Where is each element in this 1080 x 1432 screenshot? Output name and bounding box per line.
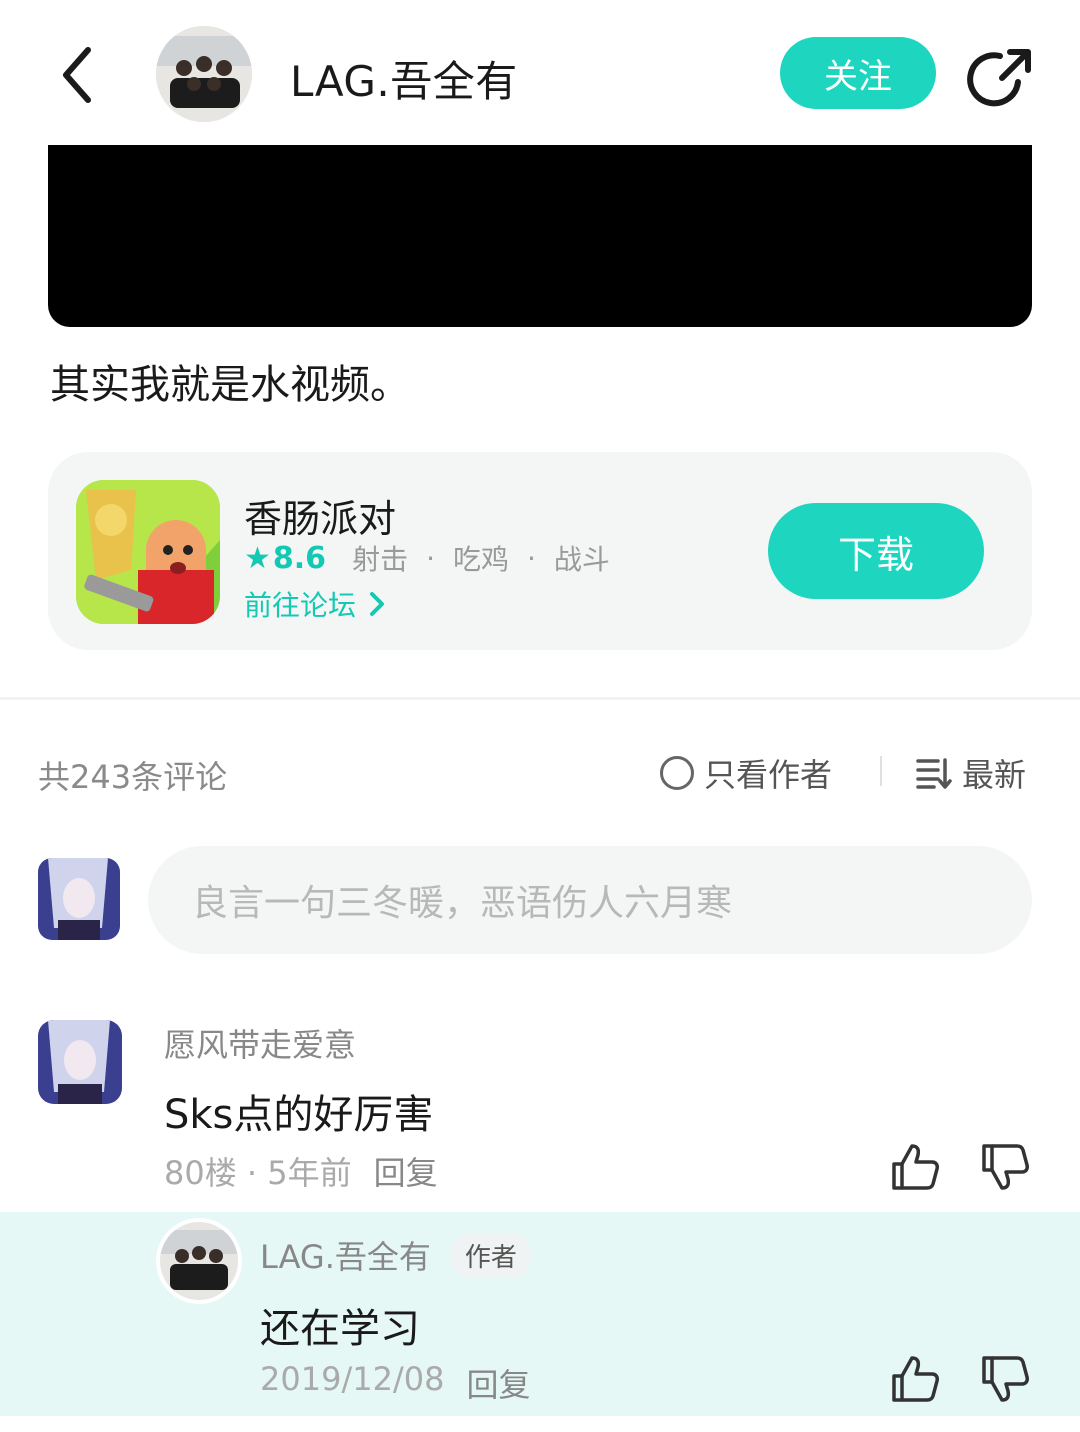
- like-button[interactable]: [888, 1352, 942, 1406]
- reply-button[interactable]: 回复: [374, 1148, 438, 1194]
- game-tag: 战斗: [553, 543, 610, 576]
- game-tag: 吃鸡: [452, 543, 509, 576]
- like-button[interactable]: [888, 1140, 942, 1194]
- author-badge: 作者: [450, 1232, 531, 1278]
- game-title: 香肠派对: [244, 497, 397, 541]
- back-button[interactable]: [52, 40, 108, 110]
- video-player[interactable]: [48, 145, 1032, 327]
- my-avatar[interactable]: [38, 858, 120, 940]
- reply-author-avatar[interactable]: [156, 1218, 242, 1304]
- commenter-name[interactable]: 愿风带走爱意: [164, 1020, 356, 1066]
- forum-link-label: 前往论坛: [244, 589, 357, 622]
- dislike-button[interactable]: [978, 1352, 1032, 1406]
- thumbs-up-icon: [892, 1356, 939, 1402]
- post-text: 其实我就是水视频。: [50, 362, 410, 408]
- forum-link[interactable]: 前往论坛: [244, 584, 390, 624]
- back-arrow-icon: [63, 47, 91, 103]
- game-meta: ★ 8.6 射击 · 吃鸡 · 战斗: [244, 538, 610, 578]
- sort-button[interactable]: 最新: [916, 750, 1026, 796]
- radio-icon: [660, 756, 694, 790]
- reply-button[interactable]: 回复: [466, 1360, 530, 1406]
- game-card[interactable]: 香肠派对 ★ 8.6 射击 · 吃鸡 · 战斗 前往论坛 下载: [48, 452, 1032, 650]
- tag-separator: ·: [527, 541, 536, 575]
- comment-floor-time: 80楼 · 5年前: [164, 1154, 352, 1192]
- author-username[interactable]: LAG.吾全有: [290, 48, 518, 109]
- author-avatar[interactable]: [156, 26, 252, 122]
- reply-date: 2019/12/08: [260, 1360, 445, 1398]
- follow-button[interactable]: 关注: [780, 37, 936, 109]
- game-tag: 射击: [352, 543, 409, 576]
- chevron-right-icon: [370, 592, 385, 616]
- comment-count: 共243条评论: [38, 758, 228, 796]
- tag-separator: ·: [426, 541, 435, 575]
- thumbs-down-icon: [982, 1356, 1029, 1402]
- download-button[interactable]: 下载: [768, 503, 984, 599]
- author-only-label: 只看作者: [704, 756, 833, 794]
- comment-meta: 80楼 · 5年前 回复: [164, 1148, 438, 1194]
- star-icon: ★: [244, 540, 271, 576]
- comment-text: Sks点的好厉害: [164, 1092, 434, 1138]
- author-only-toggle[interactable]: 只看作者: [660, 750, 832, 796]
- thumbs-down-icon: [982, 1144, 1029, 1190]
- comment-input[interactable]: 良言一句三冬暖，恶语伤人六月寒: [148, 846, 1032, 954]
- top-bar: LAG.吾全有 关注: [0, 0, 1080, 145]
- sort-icon: [916, 758, 952, 789]
- section-divider: [0, 697, 1080, 700]
- sort-label: 最新: [962, 756, 1027, 794]
- toolbar-separator: [880, 756, 882, 786]
- commenter-avatar[interactable]: [38, 1020, 122, 1104]
- reply-text: 还在学习: [260, 1306, 420, 1352]
- reply-author-name[interactable]: LAG.吾全有: [260, 1232, 431, 1278]
- game-icon: [76, 480, 220, 624]
- reply-meta: 2019/12/08 回复: [260, 1360, 530, 1406]
- reply-author-name-row: LAG.吾全有 作者: [260, 1232, 531, 1278]
- game-rating: 8.6: [272, 540, 327, 576]
- share-button[interactable]: [966, 44, 1036, 114]
- dislike-button[interactable]: [978, 1140, 1032, 1194]
- share-icon: [967, 49, 1031, 107]
- thumbs-up-icon: [892, 1144, 939, 1190]
